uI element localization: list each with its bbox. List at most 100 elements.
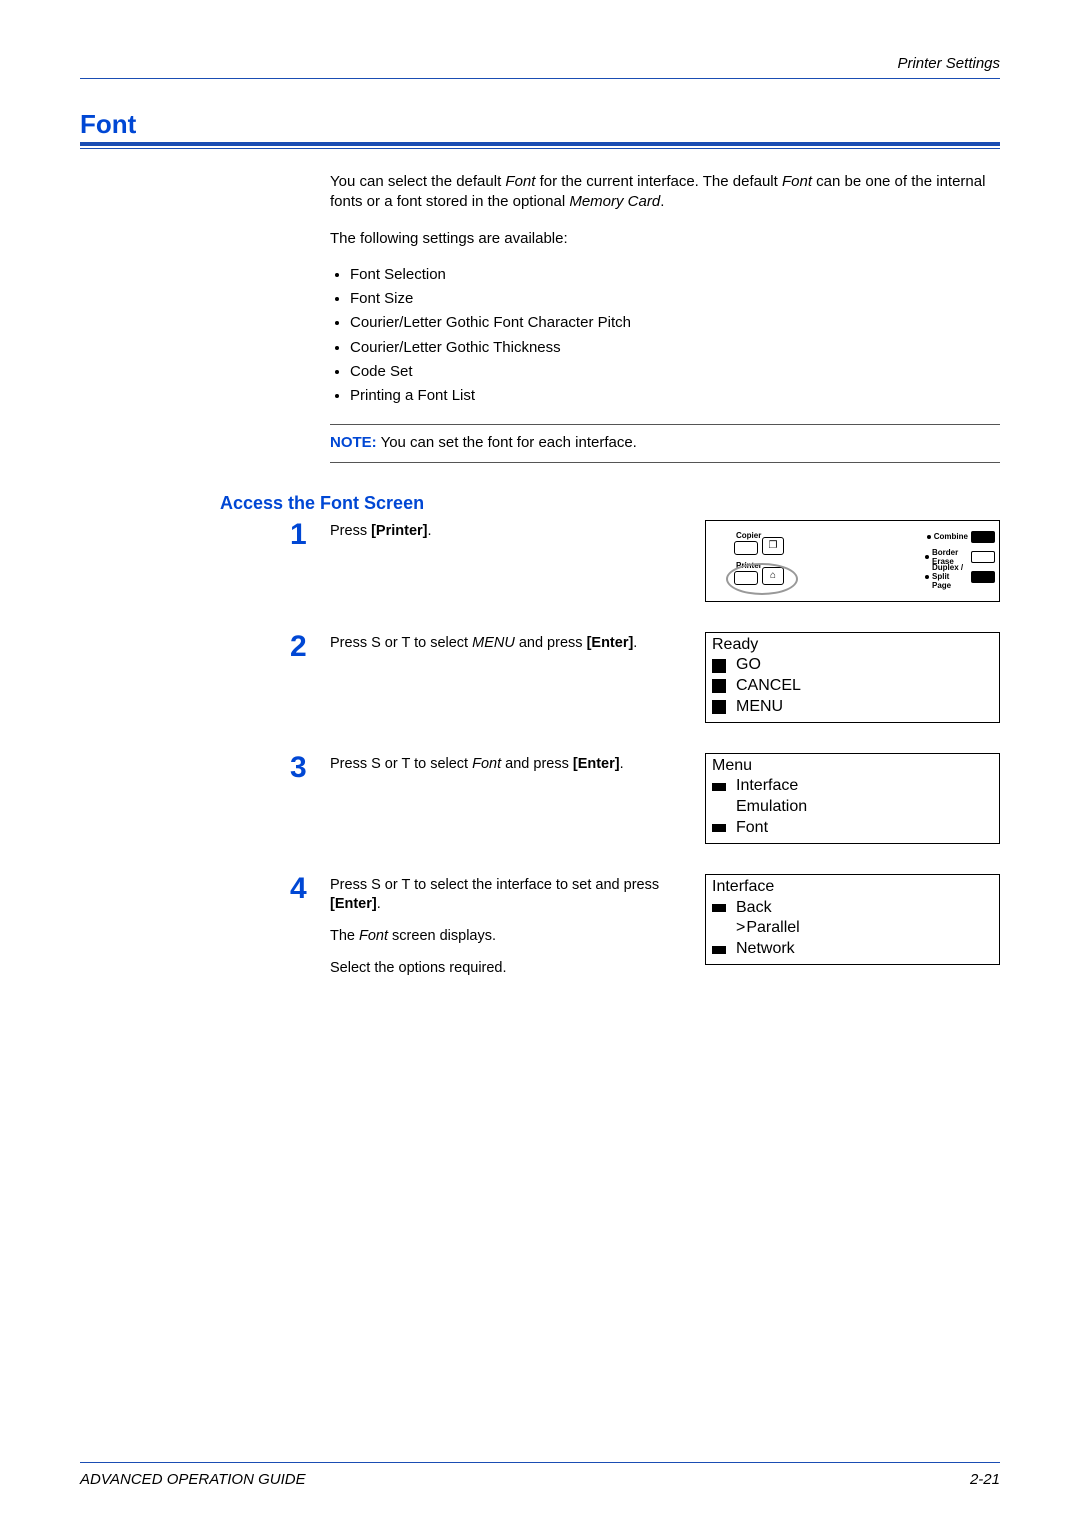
lcd-title: Interface bbox=[712, 877, 993, 898]
text: and press bbox=[515, 635, 587, 651]
bold-enter: [Enter] bbox=[587, 635, 634, 651]
copier-button bbox=[734, 541, 758, 555]
lcd-row: MENU bbox=[712, 697, 993, 718]
step-text-3: Select the options required. bbox=[330, 959, 691, 979]
key-label: Combine bbox=[934, 532, 968, 541]
step-1: 1 Press [Printer]. Copier ❐ Printer ⌂ bbox=[290, 520, 1000, 602]
highlight-oval bbox=[726, 563, 798, 595]
lcd-row: Network bbox=[712, 939, 993, 960]
lcd-interface: Interface Back Parallel Network bbox=[705, 874, 1000, 965]
lcd-marker-icon bbox=[712, 904, 726, 912]
lcd-marker-icon bbox=[712, 783, 726, 791]
lcd-item: GO bbox=[736, 655, 761, 676]
italic-font: Font bbox=[359, 928, 388, 944]
step-4: 4 Press S or T to select the interface t… bbox=[290, 874, 1000, 990]
text: . bbox=[377, 896, 381, 912]
step-text-2: The Font screen displays. bbox=[330, 927, 691, 947]
lcd-row: Interface bbox=[712, 776, 993, 797]
lcd-item: Emulation bbox=[736, 797, 807, 818]
step-3: 3 Press S or T to select Font and press … bbox=[290, 753, 1000, 844]
list-item: Printing a Font List bbox=[350, 386, 1000, 406]
text: . bbox=[428, 523, 432, 539]
note-block: NOTE: You can set the font for each inte… bbox=[330, 424, 1000, 462]
page-title: Font bbox=[80, 109, 1000, 140]
subheading: Access the Font Screen bbox=[220, 493, 1000, 514]
lcd-item: CANCEL bbox=[736, 676, 801, 697]
footer-right: 2-21 bbox=[970, 1471, 1000, 1488]
lcd-item-selected: Parallel bbox=[736, 918, 800, 939]
bold-printer: [Printer] bbox=[371, 523, 427, 539]
bold-enter: [Enter] bbox=[573, 756, 620, 772]
lcd-row: Emulation bbox=[712, 797, 993, 818]
text: screen displays. bbox=[388, 928, 496, 944]
intro-paragraph-2: The following settings are available: bbox=[330, 229, 1000, 249]
text: Press S or T to select the interface to … bbox=[330, 877, 659, 893]
step-text: Press [Printer]. bbox=[330, 522, 691, 542]
lcd-row: Parallel bbox=[712, 918, 993, 939]
lcd-marker-icon bbox=[712, 659, 726, 673]
lcd-marker-icon bbox=[712, 700, 726, 714]
list-item: Font Size bbox=[350, 289, 1000, 309]
lcd-item: MENU bbox=[736, 697, 783, 718]
panel-key-duplex: Duplex / Split Page bbox=[925, 567, 995, 587]
lcd-title: Menu bbox=[712, 756, 993, 777]
list-item: Code Set bbox=[350, 362, 1000, 382]
step-number: 3 bbox=[290, 753, 330, 783]
copier-label: Copier bbox=[736, 531, 761, 540]
text: The bbox=[330, 928, 359, 944]
lcd-marker-blank bbox=[712, 922, 726, 936]
italic-font: Font bbox=[782, 173, 812, 190]
step-number: 1 bbox=[290, 520, 330, 550]
list-item: Font Selection bbox=[350, 265, 1000, 285]
lcd-marker-icon bbox=[712, 946, 726, 954]
panel-key-combine: Combine bbox=[925, 527, 995, 547]
settings-list: Font Selection Font Size Courier/Letter … bbox=[330, 265, 1000, 407]
lcd-item: Font bbox=[736, 818, 768, 839]
italic-menu: MENU bbox=[472, 635, 515, 651]
lcd-ready: Ready GO CANCEL MENU bbox=[705, 632, 1000, 723]
text: . bbox=[620, 756, 624, 772]
lcd-marker-icon bbox=[712, 824, 726, 832]
header-section: Printer Settings bbox=[80, 55, 1000, 72]
lcd-item: Back bbox=[736, 898, 772, 919]
title-rule bbox=[80, 142, 1000, 146]
text: and press bbox=[501, 756, 573, 772]
lcd-row: GO bbox=[712, 655, 993, 676]
italic-font: Font bbox=[472, 756, 501, 772]
list-item: Courier/Letter Gothic Font Character Pit… bbox=[350, 313, 1000, 333]
note-text: You can set the font for each interface. bbox=[377, 434, 637, 451]
footer-left: ADVANCED OPERATION GUIDE bbox=[80, 1471, 306, 1488]
list-item: Courier/Letter Gothic Thickness bbox=[350, 338, 1000, 358]
footer-rule bbox=[80, 1462, 1000, 1463]
lcd-menu: Menu Interface Emulation Font bbox=[705, 753, 1000, 844]
lcd-title: Ready bbox=[712, 635, 993, 656]
header-rule bbox=[80, 78, 1000, 79]
lcd-item: Network bbox=[736, 939, 795, 960]
step-number: 2 bbox=[290, 632, 330, 662]
text: Press bbox=[330, 523, 371, 539]
control-panel-diagram: Copier ❐ Printer ⌂ Combine Border Er bbox=[705, 520, 1000, 602]
page-footer: ADVANCED OPERATION GUIDE 2-21 bbox=[80, 1462, 1000, 1488]
text: . bbox=[633, 635, 637, 651]
step-number: 4 bbox=[290, 874, 330, 904]
step-2: 2 Press S or T to select MENU and press … bbox=[290, 632, 1000, 723]
text: . bbox=[660, 193, 664, 210]
step-text: Press S or T to select Font and press [E… bbox=[330, 755, 691, 775]
text: for the current interface. The default bbox=[535, 173, 782, 190]
lcd-marker-icon bbox=[712, 679, 726, 693]
lcd-row: CANCEL bbox=[712, 676, 993, 697]
lcd-item: Interface bbox=[736, 776, 798, 797]
lcd-row: Back bbox=[712, 898, 993, 919]
lcd-marker-blank bbox=[712, 801, 726, 815]
text: Press S or T to select bbox=[330, 635, 472, 651]
note-label: NOTE: bbox=[330, 434, 377, 451]
italic-font: Font bbox=[505, 173, 535, 190]
text: You can select the default bbox=[330, 173, 505, 190]
step-text: Press S or T to select MENU and press [E… bbox=[330, 634, 691, 654]
step-text: Press S or T to select the interface to … bbox=[330, 876, 691, 915]
copier-icon: ❐ bbox=[762, 537, 784, 555]
text: Press S or T to select bbox=[330, 756, 472, 772]
lcd-row: Font bbox=[712, 818, 993, 839]
intro-paragraph-1: You can select the default Font for the … bbox=[330, 172, 1000, 213]
bold-enter: [Enter] bbox=[330, 896, 377, 912]
